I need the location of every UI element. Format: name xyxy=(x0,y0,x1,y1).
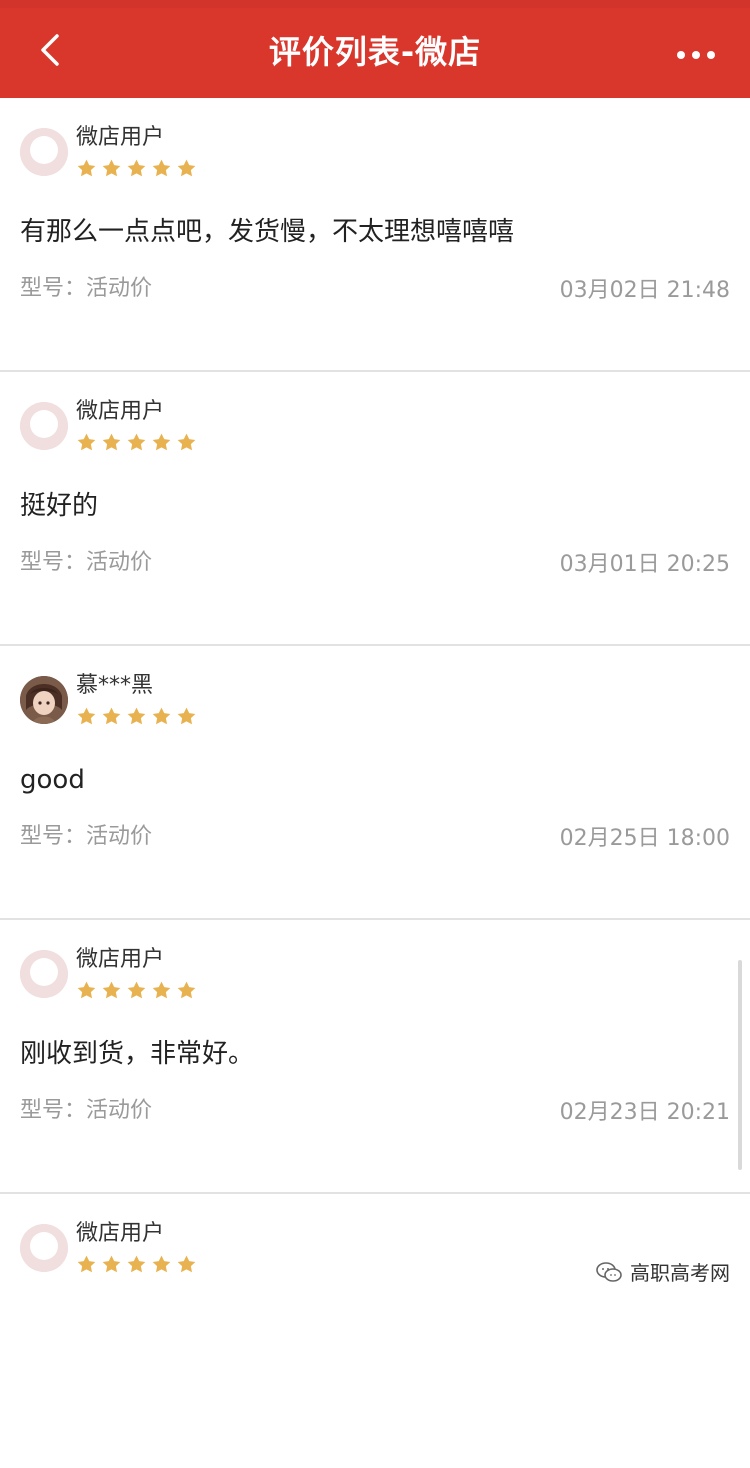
star-icon xyxy=(127,1255,146,1273)
avatar xyxy=(20,676,68,724)
review-date: 03月02日 21:48 xyxy=(559,278,730,303)
review-item[interactable]: 微店用户 挺好的 型号：活动价 03月01日 20:25 xyxy=(0,372,750,646)
review-model: 型号：活动价 xyxy=(20,276,153,301)
review-date: 02月23日 20:21 xyxy=(559,1100,730,1125)
star-rating xyxy=(76,706,197,730)
default-avatar-icon xyxy=(20,128,68,176)
more-button[interactable] xyxy=(666,28,726,80)
star-icon xyxy=(177,707,196,725)
star-icon xyxy=(77,981,96,999)
star-icon xyxy=(127,433,146,451)
star-icon xyxy=(152,1255,171,1273)
wechat-icon xyxy=(596,1261,622,1283)
avatar xyxy=(20,128,68,176)
star-icon xyxy=(152,159,171,177)
default-avatar-icon xyxy=(20,950,68,998)
more-horizontal-icon xyxy=(676,45,716,64)
review-date: 03月01日 20:25 xyxy=(559,552,730,577)
app-bar: 评价列表-微店 xyxy=(0,0,750,98)
scrollbar[interactable] xyxy=(738,960,742,1170)
review-content: 挺好的 xyxy=(20,491,99,521)
star-icon xyxy=(102,159,121,177)
star-icon xyxy=(177,433,196,451)
star-icon xyxy=(77,433,96,451)
star-icon xyxy=(127,707,146,725)
star-icon xyxy=(152,707,171,725)
review-item[interactable]: 微店用户 xyxy=(0,1194,750,1468)
watermark: 高职高考网 xyxy=(596,1257,730,1286)
star-rating xyxy=(76,980,197,1004)
star-icon xyxy=(177,159,196,177)
review-content: good xyxy=(20,765,85,795)
review-username: 微店用户 xyxy=(76,1221,165,1246)
star-rating xyxy=(76,432,197,456)
avatar xyxy=(20,1224,68,1272)
review-content: 刚收到货，非常好。 xyxy=(20,1039,255,1069)
star-icon xyxy=(177,1255,196,1273)
page-title: 评价列表-微店 xyxy=(268,33,482,71)
star-icon xyxy=(127,981,146,999)
review-item[interactable]: 微店用户 有那么一点点吧，发货慢，不太理想嘻嘻嘻 型号：活动价 03月02日 2… xyxy=(0,98,750,372)
review-username: 慕***黑 xyxy=(76,673,154,698)
star-icon xyxy=(77,159,96,177)
star-icon xyxy=(77,707,96,725)
star-icon xyxy=(127,159,146,177)
star-icon xyxy=(102,707,121,725)
star-rating xyxy=(76,1254,197,1278)
star-icon xyxy=(102,1255,121,1273)
star-icon xyxy=(102,981,121,999)
star-icon xyxy=(152,981,171,999)
status-bar-strip xyxy=(0,0,750,8)
watermark-text: 高职高考网 xyxy=(630,1261,730,1285)
review-model: 型号：活动价 xyxy=(20,1098,153,1123)
star-icon xyxy=(77,1255,96,1273)
review-username: 微店用户 xyxy=(76,947,165,972)
user-photo-icon xyxy=(20,676,68,724)
default-avatar-icon xyxy=(20,1224,68,1272)
star-icon xyxy=(102,433,121,451)
review-model: 型号：活动价 xyxy=(20,550,153,575)
star-rating xyxy=(76,158,197,182)
review-item[interactable]: 微店用户 刚收到货，非常好。 型号：活动价 02月23日 20:21 xyxy=(0,920,750,1194)
star-icon xyxy=(152,433,171,451)
review-item[interactable]: 慕***黑 good 型号：活动价 02月25日 18:00 xyxy=(0,646,750,920)
avatar xyxy=(20,402,68,450)
default-avatar-icon xyxy=(20,402,68,450)
star-icon xyxy=(177,981,196,999)
review-content: 有那么一点点吧，发货慢，不太理想嘻嘻嘻 xyxy=(20,217,515,247)
review-model: 型号：活动价 xyxy=(20,824,153,849)
avatar xyxy=(20,950,68,998)
review-username: 微店用户 xyxy=(76,125,165,150)
review-date: 02月25日 18:00 xyxy=(559,826,730,851)
review-username: 微店用户 xyxy=(76,399,165,424)
